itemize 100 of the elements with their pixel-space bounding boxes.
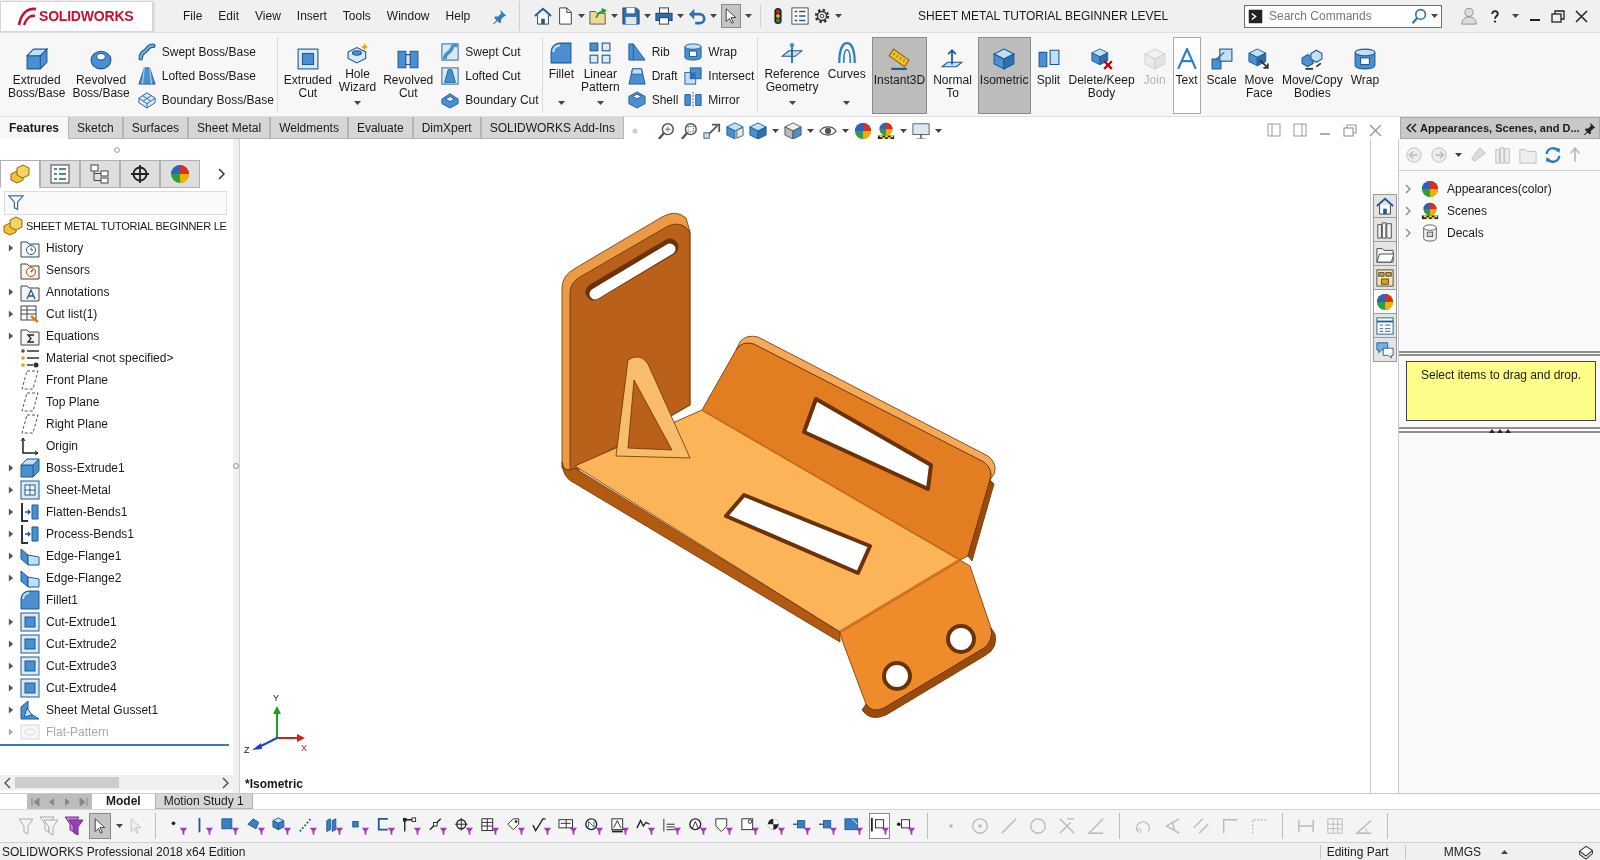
command-tab[interactable]: Features (0, 117, 69, 139)
ribbon-button[interactable]: Hole Wizard (336, 37, 379, 114)
tree-item[interactable]: Cut-Extrude1 (46, 614, 117, 630)
caret-icon[interactable] (1512, 14, 1519, 18)
close-icon[interactable] (1575, 9, 1588, 23)
search-icon[interactable] (1411, 8, 1427, 24)
caret-icon[interactable] (557, 101, 565, 105)
tree-item[interactable]: Top Plane (46, 394, 100, 410)
ribbon-button[interactable]: Fillet (546, 37, 576, 114)
stacked-funnel-icon[interactable] (64, 816, 84, 836)
ribbon-button[interactable]: Boundary Boss/Base (137, 89, 274, 110)
menu-item[interactable]: Insert (288, 6, 335, 26)
expand-arrow-icon[interactable] (8, 507, 14, 517)
tree-item[interactable]: Appearances(color) (1447, 181, 1552, 197)
tilted-box-icon[interactable] (1578, 843, 1594, 860)
ribbon-button[interactable]: Mirror (684, 89, 755, 110)
expand-arrow-icon[interactable] (8, 309, 14, 319)
tree-item[interactable]: Boss-Extrude1 (46, 460, 125, 476)
caret-icon[interactable] (772, 129, 779, 133)
caret-icon[interactable] (835, 14, 843, 18)
model-tab[interactable]: Motion Study 1 (154, 794, 253, 809)
chevron-right-icon[interactable] (218, 168, 225, 180)
caret-icon[interactable] (644, 14, 652, 18)
ribbon-button[interactable]: Isometric (977, 37, 1031, 114)
units-selector[interactable]: MMGS (1443, 844, 1481, 859)
tree-item[interactable]: Cut-Extrude3 (46, 658, 117, 674)
home-icon[interactable] (534, 7, 553, 25)
ribbon-button[interactable]: Intersect (684, 65, 755, 86)
command-tab[interactable]: Sketch (68, 117, 123, 139)
caret-icon[interactable] (1431, 14, 1438, 18)
menu-item[interactable]: Window (378, 6, 438, 26)
ribbon-button[interactable]: Wrap (684, 41, 755, 62)
diagonal-arrow-icon[interactable] (703, 122, 721, 140)
tree-item[interactable]: Sheet Metal Gusset1 (46, 702, 159, 718)
funnel-icon[interactable] (8, 195, 24, 211)
undo-arrow-icon[interactable] (688, 7, 707, 25)
scroll-right-icon[interactable] (222, 776, 229, 789)
tree-item[interactable]: Annotations (46, 284, 110, 300)
caret-icon[interactable] (354, 101, 362, 105)
expand-chevron-icon[interactable] (1405, 184, 1411, 194)
restore-icon[interactable] (1551, 9, 1565, 23)
sliced-cube-icon[interactable] (726, 122, 744, 140)
caret-icon[interactable] (611, 14, 619, 18)
expand-chevron-icon[interactable] (1405, 206, 1411, 216)
command-tab[interactable]: Surfaces (122, 117, 189, 139)
tree-item[interactable]: Fillet1 (46, 592, 78, 608)
shaded-cube-icon[interactable] (784, 122, 802, 140)
tree-item[interactable]: Process-Bends1 (46, 526, 135, 542)
caret-icon[interactable] (710, 14, 718, 18)
expand-arrow-icon[interactable] (8, 683, 14, 693)
expand-arrow-icon[interactable] (8, 287, 14, 297)
expand-arrow-icon[interactable] (8, 705, 14, 715)
tree-item[interactable]: Sheet-Metal (46, 482, 111, 498)
expand-arrow-icon[interactable] (8, 331, 14, 341)
side-tab[interactable] (1373, 290, 1397, 314)
command-tab[interactable]: DimXpert (412, 117, 481, 139)
ribbon-button[interactable]: Swept Cut (441, 41, 539, 62)
circle-dot-icon[interactable] (971, 817, 989, 835)
ribbon-button[interactable]: Extruded Boss/Base (6, 37, 68, 114)
printer-icon[interactable] (655, 7, 674, 25)
expand-arrow-icon[interactable] (8, 617, 14, 627)
expand-chevron-icon[interactable] (1405, 228, 1411, 238)
ribbon-button[interactable]: Reference Geometry (762, 37, 822, 114)
help-icon[interactable] (1488, 8, 1502, 24)
side-tab[interactable] (1373, 218, 1397, 242)
expand-arrow-icon[interactable] (8, 573, 14, 583)
ribbon-button[interactable]: Normal To (931, 37, 974, 114)
new-document-icon[interactable] (556, 7, 575, 25)
search-bar[interactable]: Search Commands (1244, 4, 1442, 28)
side-tab[interactable] (1373, 266, 1397, 290)
dotted-corner-icon[interactable] (1250, 817, 1268, 835)
command-tab[interactable]: Evaluate (347, 117, 413, 139)
tree-item[interactable]: Edge-Flange2 (46, 570, 122, 586)
ribbon-button[interactable]: Revolved Boss/Base (70, 37, 132, 114)
expand-arrow-icon[interactable] (8, 639, 14, 649)
command-tab[interactable]: Weldments (270, 117, 348, 139)
tree-item[interactable]: Right Plane (46, 416, 109, 432)
caret-icon[interactable] (1455, 152, 1462, 157)
color-ball-icon[interactable] (854, 122, 872, 140)
tree-item[interactable]: Sensors (46, 262, 91, 278)
command-tab[interactable]: Sheet Metal (188, 117, 271, 139)
panel-tab[interactable] (120, 160, 160, 188)
ribbon-button[interactable]: Shell (627, 89, 679, 110)
tree-item[interactable]: Flatten-Bends1 (46, 504, 128, 520)
ribbon-button[interactable]: Delete/Keep Body (1066, 37, 1137, 114)
ribbon-button[interactable]: Linear Pattern (578, 37, 622, 114)
menu-item[interactable]: Edit (210, 6, 248, 26)
refresh-icon[interactable] (1544, 145, 1562, 164)
search-field[interactable]: Search Commands (1267, 6, 1407, 26)
list-icon[interactable] (791, 7, 810, 25)
ribbon-button[interactable]: Instant3D (871, 37, 928, 114)
ribbon-button[interactable]: Revolved Cut (381, 37, 436, 114)
caret-icon[interactable] (596, 101, 604, 105)
side-tab[interactable] (1373, 338, 1397, 362)
ribbon-button[interactable]: Wrap (1348, 37, 1382, 114)
expand-arrow-icon[interactable] (8, 463, 14, 473)
filter-field[interactable] (4, 191, 227, 215)
caret-icon[interactable] (578, 14, 586, 18)
tree-item[interactable]: Decals (1447, 225, 1484, 241)
open-folder-icon[interactable] (589, 7, 608, 25)
